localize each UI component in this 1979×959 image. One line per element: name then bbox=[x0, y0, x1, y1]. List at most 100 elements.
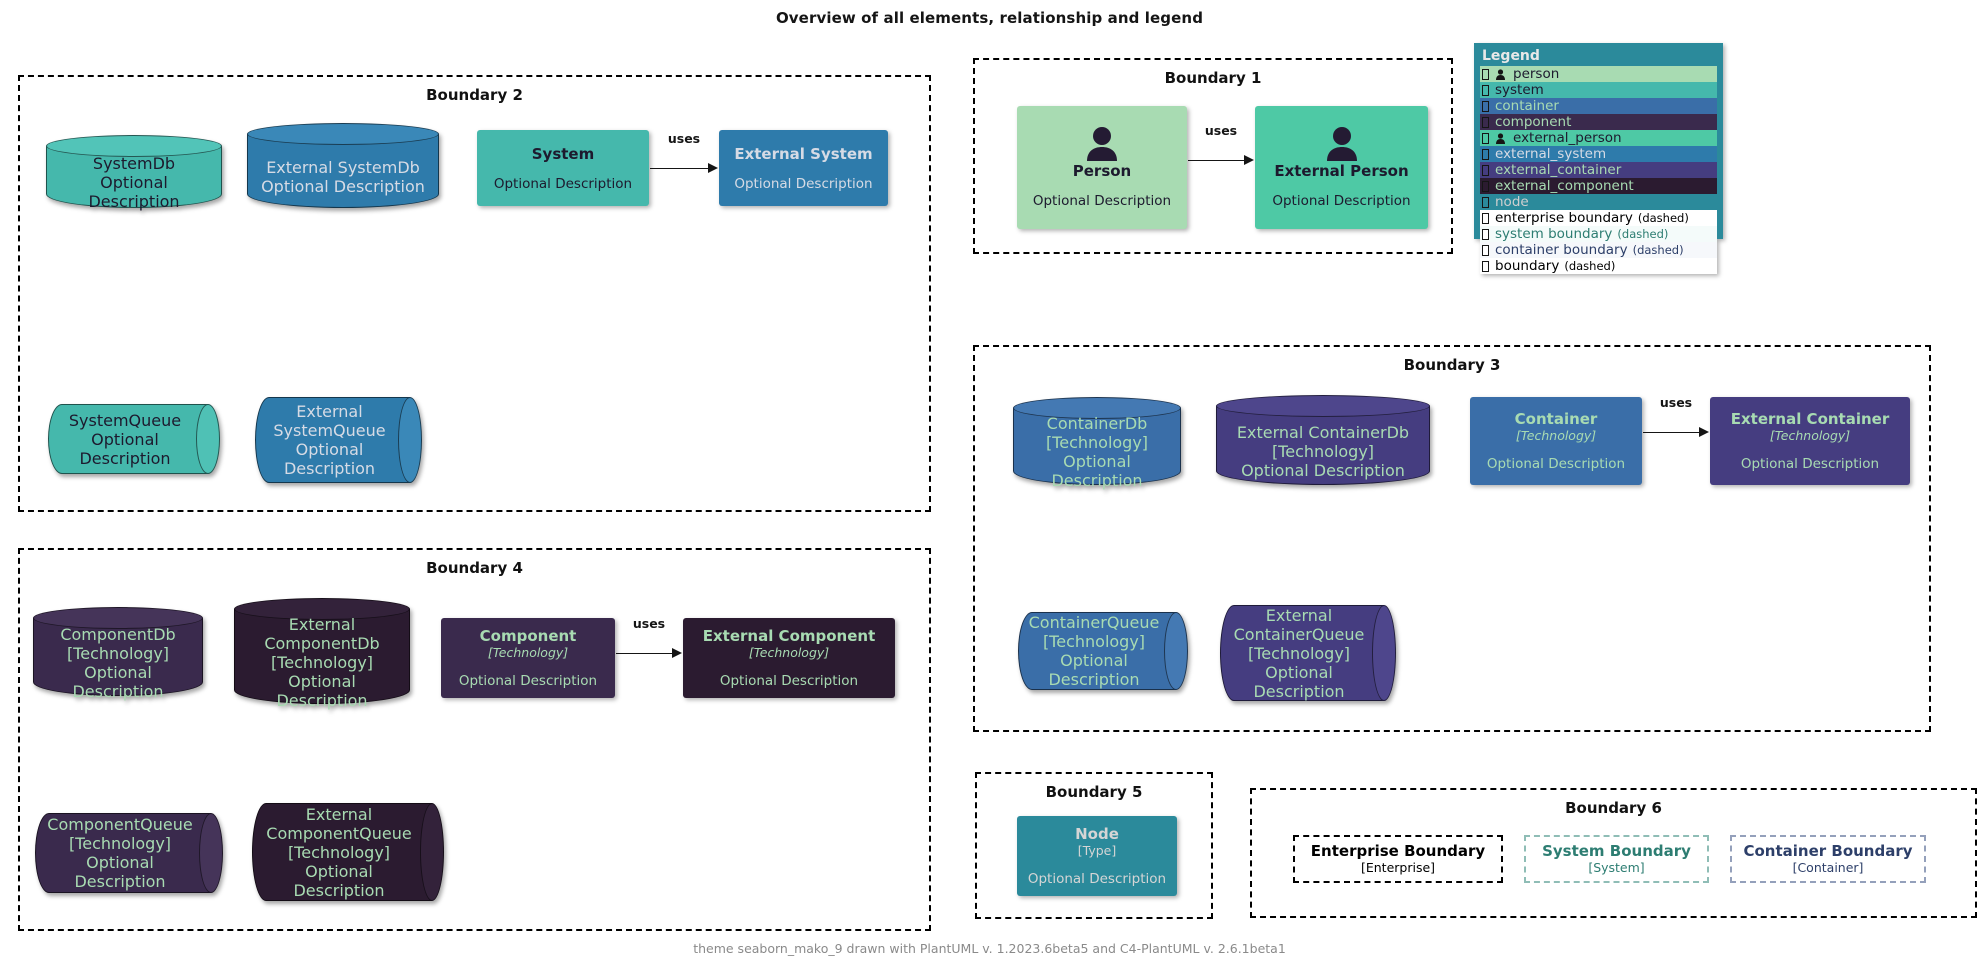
legend-label: system bbox=[1495, 82, 1544, 98]
element-external-person[interactable]: External Person Optional Description bbox=[1255, 106, 1428, 229]
element-title: External System bbox=[734, 144, 873, 163]
element-component[interactable]: Component [Technology] Optional Descript… bbox=[441, 618, 615, 698]
element-container-queue[interactable]: ContainerQueue [Technology] Optional Des… bbox=[1018, 612, 1188, 690]
relationship-line bbox=[616, 653, 672, 654]
element-text: External ComponentDb [Technology] Option… bbox=[234, 615, 410, 710]
element-title: Node bbox=[1075, 825, 1119, 843]
element-description: Optional Description bbox=[734, 175, 873, 192]
element-container-boundary[interactable]: Container Boundary [Container] bbox=[1730, 835, 1926, 883]
element-external-system-queue[interactable]: External SystemQueue Optional Descriptio… bbox=[255, 397, 422, 483]
element-external-system[interactable]: External System Optional Description bbox=[719, 130, 888, 206]
cylinder-top bbox=[247, 123, 439, 145]
element-external-container-queue[interactable]: External ContainerQueue [Technology] Opt… bbox=[1220, 605, 1396, 701]
relationship-arrowhead bbox=[1699, 427, 1709, 437]
person-icon bbox=[1495, 132, 1506, 144]
element-type: [Container] bbox=[1792, 860, 1864, 875]
relationship-arrowhead bbox=[672, 648, 682, 658]
element-description: Optional Description bbox=[261, 176, 425, 196]
element-type: [System] bbox=[1588, 860, 1645, 875]
element-type: [Enterprise] bbox=[1360, 860, 1436, 875]
element-text: ContainerQueue [Technology] Optional Des… bbox=[1022, 612, 1166, 690]
relationship-arrowhead bbox=[708, 163, 718, 173]
element-text: External SystemDb Optional Description bbox=[247, 145, 439, 208]
legend-label: container bbox=[1495, 98, 1559, 114]
legend-label: container boundary bbox=[1495, 242, 1628, 258]
element-technology: [Technology] bbox=[1045, 433, 1149, 452]
element-title: External SystemDb bbox=[266, 157, 420, 177]
legend-label: enterprise boundary bbox=[1495, 210, 1633, 226]
legend-note: (dashed) bbox=[1632, 243, 1684, 257]
element-description: Optional Description bbox=[1051, 452, 1143, 490]
legend-swatch-icon bbox=[1482, 228, 1489, 240]
element-description: Optional Description bbox=[458, 673, 598, 689]
legend-label: system boundary bbox=[1495, 226, 1613, 242]
element-description: Optional Description bbox=[293, 861, 385, 900]
element-technology: [Technology] bbox=[270, 652, 374, 672]
relationship-person-uses-external-person: uses bbox=[1188, 123, 1254, 178]
element-description: Optional Description bbox=[493, 175, 633, 192]
element-description: Optional Description bbox=[1253, 662, 1345, 701]
element-external-component-queue[interactable]: External ComponentQueue [Technology] Opt… bbox=[252, 803, 444, 901]
element-system-queue[interactable]: SystemQueue Optional Description bbox=[48, 404, 220, 474]
element-container[interactable]: Container [Technology] Optional Descript… bbox=[1470, 397, 1642, 485]
element-description: Optional Description bbox=[1740, 456, 1880, 472]
legend-swatch-icon bbox=[1482, 116, 1489, 128]
element-title: Enterprise Boundary bbox=[1310, 842, 1486, 860]
legend-row: enterprise boundary (dashed) bbox=[1480, 210, 1717, 226]
legend-note: (dashed) bbox=[1617, 227, 1669, 241]
relationship-label: uses bbox=[667, 131, 701, 146]
element-external-component[interactable]: External Component [Technology] Optional… bbox=[683, 618, 895, 698]
element-title: External Component bbox=[702, 627, 876, 645]
element-component-db[interactable]: ComponentDb [Technology] Optional Descri… bbox=[33, 607, 203, 701]
footer-credit: theme seaborn_mako_9 drawn with PlantUML… bbox=[693, 941, 1286, 956]
element-person[interactable]: Person Optional Description bbox=[1017, 106, 1187, 229]
person-icon bbox=[1081, 126, 1123, 161]
element-title: External ComponentDb bbox=[264, 614, 380, 653]
element-description: Optional Description bbox=[1272, 192, 1411, 209]
element-title: ComponentDb bbox=[60, 624, 176, 644]
element-external-component-db[interactable]: External ComponentDb [Technology] Option… bbox=[234, 598, 410, 710]
queue-cap bbox=[398, 397, 422, 483]
legend-row: container boundary (dashed) bbox=[1480, 242, 1717, 258]
element-enterprise-boundary[interactable]: Enterprise Boundary [Enterprise] bbox=[1293, 835, 1503, 883]
element-system-db[interactable]: SystemDb Optional Description bbox=[46, 135, 222, 211]
element-title: External ComponentQueue bbox=[266, 804, 412, 843]
diagram-canvas: Overview of all elements, relationship a… bbox=[0, 0, 1979, 959]
person-icon bbox=[1321, 126, 1363, 161]
element-component-queue[interactable]: ComponentQueue [Technology] Optional Des… bbox=[35, 813, 223, 893]
legend-swatch-icon bbox=[1482, 84, 1489, 96]
element-title: External ContainerQueue bbox=[1233, 605, 1365, 644]
queue-cap bbox=[199, 813, 223, 893]
boundary-4-label: Boundary 4 bbox=[20, 559, 929, 577]
element-external-container[interactable]: External Container [Technology] Optional… bbox=[1710, 397, 1910, 485]
element-text: External ContainerQueue [Technology] Opt… bbox=[1224, 605, 1374, 701]
element-description: Optional Description bbox=[1048, 651, 1140, 689]
boundary-5-label: Boundary 5 bbox=[977, 783, 1211, 801]
legend-rows: person system container component external_p… bbox=[1480, 66, 1717, 274]
element-system[interactable]: System Optional Description bbox=[477, 130, 649, 206]
element-technology: [Technology] bbox=[487, 645, 569, 660]
element-title: SystemDb bbox=[92, 154, 176, 173]
element-title: System Boundary bbox=[1542, 842, 1691, 860]
element-external-system-db[interactable]: External SystemDb Optional Description bbox=[247, 123, 439, 208]
element-technology: [Technology] bbox=[1042, 632, 1146, 651]
element-description: Optional Description bbox=[1032, 192, 1172, 209]
boundary-6-label: Boundary 6 bbox=[1252, 799, 1975, 817]
legend-label: external_person bbox=[1513, 130, 1622, 146]
element-container-db[interactable]: ContainerDb [Technology] Optional Descri… bbox=[1013, 397, 1181, 490]
element-external-container-db[interactable]: External ContainerDb [Technology] Option… bbox=[1216, 395, 1430, 485]
element-technology: [Technology] bbox=[748, 645, 830, 660]
element-system-boundary[interactable]: System Boundary [System] bbox=[1524, 835, 1709, 883]
legend-swatch-icon bbox=[1482, 164, 1489, 176]
element-technology: [Technology] bbox=[68, 834, 172, 853]
legend-swatch-icon bbox=[1482, 260, 1489, 272]
element-technology: [Technology] bbox=[1769, 428, 1851, 443]
element-node[interactable]: Node [Type] Optional Description bbox=[1017, 816, 1177, 896]
element-title: External Container bbox=[1730, 410, 1890, 428]
element-technology: [Technology] bbox=[1271, 441, 1375, 461]
element-description: Optional Description bbox=[88, 173, 180, 211]
legend-label: external_container bbox=[1495, 162, 1622, 178]
relationship-line bbox=[1188, 160, 1244, 161]
legend-row: person bbox=[1480, 66, 1717, 82]
element-description: Optional Description bbox=[79, 429, 171, 468]
